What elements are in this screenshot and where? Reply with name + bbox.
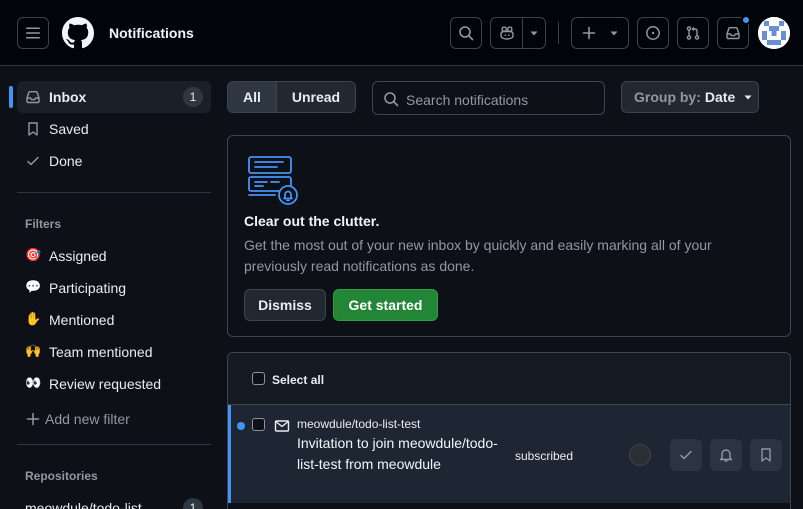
search-icon xyxy=(383,91,399,107)
sidebar-item-label: Review requested xyxy=(49,376,162,392)
copilot-main[interactable] xyxy=(491,18,523,48)
search-placeholder: Search notifications xyxy=(406,92,529,108)
notification-checkbox[interactable] xyxy=(252,418,265,431)
notification-row[interactable]: meowdule/todo-list-test Invitation to jo… xyxy=(228,405,790,503)
bookmark-icon xyxy=(25,121,41,137)
sidebar-item-review-requested[interactable]: 👀 Review requested xyxy=(17,368,211,400)
github-logo[interactable] xyxy=(62,17,94,49)
sidebar-item-assigned[interactable]: 🎯 Assigned xyxy=(17,240,211,272)
repository-count-badge: 1 xyxy=(183,498,203,509)
mark-as-done-button[interactable] xyxy=(670,439,702,471)
page-title: Notifications xyxy=(109,25,194,41)
sidebar-item-saved[interactable]: Saved xyxy=(17,113,211,145)
search-notifications-input[interactable]: Search notifications xyxy=(372,81,605,115)
inbox-count-badge: 1 xyxy=(183,87,203,107)
search-icon xyxy=(459,26,474,41)
sidebar-item-label: Assigned xyxy=(49,248,107,264)
plus-icon xyxy=(25,411,41,427)
raised-hand-emoji-icon: ✋ xyxy=(25,311,42,326)
dismiss-button[interactable]: Dismiss xyxy=(244,289,326,321)
save-notification-button[interactable] xyxy=(750,439,782,471)
repositories-heading: Repositories xyxy=(25,469,98,483)
create-new-button[interactable] xyxy=(571,17,629,49)
mail-icon xyxy=(274,418,290,434)
banner-description: Get the most out of your new inbox by qu… xyxy=(244,237,712,274)
tab-unread[interactable]: Unread xyxy=(277,82,355,112)
banner-title: Clear out the clutter. xyxy=(244,213,380,229)
sidebar-item-inbox[interactable]: Inbox 1 xyxy=(17,81,211,113)
triangle-down-icon xyxy=(744,95,752,100)
header-divider xyxy=(558,22,559,44)
check-icon xyxy=(680,450,692,460)
bell-icon xyxy=(719,449,733,462)
inbox-icon xyxy=(25,89,41,105)
notification-repository[interactable]: meowdule/todo-list-test xyxy=(297,417,420,431)
sidebar-item-done[interactable]: Done xyxy=(17,145,211,177)
unread-row-indicator xyxy=(228,405,231,503)
notification-title[interactable]: Invitation to join meowdule/todo-list-te… xyxy=(297,433,507,475)
sidebar-divider xyxy=(17,192,211,193)
list-header: Select all xyxy=(228,353,790,405)
inbox-icon xyxy=(726,27,740,40)
group-by-label: Group by: xyxy=(634,89,701,105)
bookmark-icon xyxy=(761,448,771,462)
sidebar-item-repository[interactable]: meowdule/todo-list 1 xyxy=(17,492,211,509)
issues-button[interactable] xyxy=(637,17,669,49)
add-new-filter-button[interactable]: Add new filter xyxy=(17,403,211,435)
sidebar-item-label: meowdule/todo-list xyxy=(25,500,142,509)
menu-button[interactable] xyxy=(17,17,49,49)
notification-reason: subscribed xyxy=(515,449,574,463)
copilot-icon xyxy=(499,26,514,40)
copilot-button[interactable] xyxy=(490,17,546,49)
direct-hit-emoji-icon: 🎯 xyxy=(25,247,42,262)
select-all-label[interactable]: Select all xyxy=(272,373,324,387)
actor-avatar xyxy=(629,444,651,466)
eyes-emoji-icon: 👀 xyxy=(25,375,42,390)
active-nav-indicator xyxy=(9,86,13,108)
check-icon xyxy=(25,153,41,169)
sidebar-item-team-mentioned[interactable]: 🙌 Team mentioned xyxy=(17,336,211,368)
sidebar-divider xyxy=(17,444,211,445)
sidebar-item-label: Done xyxy=(49,153,83,169)
sidebar-item-label: Participating xyxy=(49,280,127,296)
sidebar-item-participating[interactable]: 💬 Participating xyxy=(17,272,211,304)
sidebar-item-mentioned[interactable]: ✋ Mentioned xyxy=(17,304,211,336)
group-by-value: Date xyxy=(704,89,736,105)
sidebar-item-label: Saved xyxy=(49,121,89,137)
issue-opened-icon xyxy=(646,26,660,40)
group-by-dropdown[interactable]: Group by: Date xyxy=(621,81,759,113)
unread-dot xyxy=(237,422,245,430)
read-filter-segmented-control: All Unread xyxy=(227,81,356,113)
triangle-down-icon xyxy=(530,31,538,36)
copilot-dropdown[interactable] xyxy=(523,18,545,48)
speech-balloon-emoji-icon: 💬 xyxy=(25,279,42,294)
unsubscribe-button[interactable] xyxy=(710,439,742,471)
pull-requests-button[interactable] xyxy=(677,17,709,49)
notification-list-illustration-icon xyxy=(247,155,301,207)
filters-heading: Filters xyxy=(25,217,62,231)
hamburger-icon xyxy=(26,27,40,39)
sidebar-item-label: Inbox xyxy=(49,89,87,105)
triangle-down-icon xyxy=(610,31,618,36)
inbox-onboarding-banner: Clear out the clutter. Get the most out … xyxy=(227,135,791,337)
user-avatar[interactable] xyxy=(758,17,790,49)
sidebar-item-label: Add new filter xyxy=(45,411,130,427)
notification-list: Select all meowdule/todo-list-test Invit… xyxy=(227,352,791,509)
select-all-checkbox[interactable] xyxy=(252,372,265,385)
plus-icon xyxy=(582,26,596,40)
git-pull-request-icon xyxy=(686,26,700,40)
get-started-button[interactable]: Get started xyxy=(333,289,438,321)
tab-all[interactable]: All xyxy=(228,82,277,112)
app-header: Notifications xyxy=(0,0,803,66)
raising-hands-emoji-icon: 🙌 xyxy=(25,343,42,358)
sidebar-item-label: Team mentioned xyxy=(49,344,153,360)
search-button[interactable] xyxy=(450,17,482,49)
sidebar-item-label: Mentioned xyxy=(49,312,115,328)
unread-indicator xyxy=(741,15,751,25)
